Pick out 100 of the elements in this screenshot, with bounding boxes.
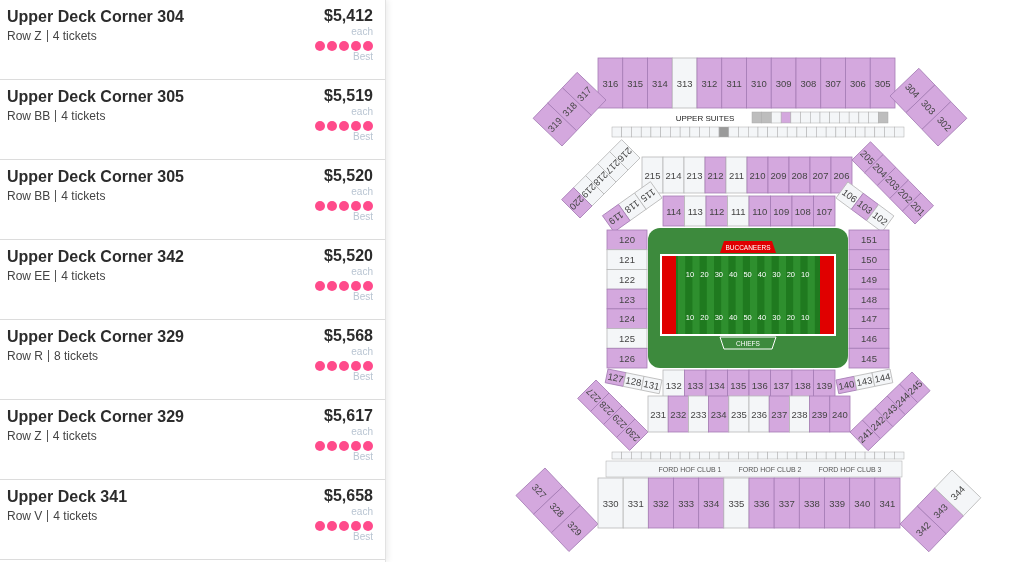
seating-section[interactable]: 310 — [746, 57, 772, 109]
rating-dot — [351, 41, 361, 51]
seating-section[interactable]: 121 — [606, 249, 648, 270]
seating-section[interactable]: 232 — [667, 395, 689, 433]
price: $5,617 — [324, 406, 373, 426]
seating-section[interactable]: 111 — [727, 195, 750, 227]
seating-section[interactable]: 151 — [848, 229, 890, 251]
seating-section[interactable]: 146 — [848, 328, 890, 349]
seating-section[interactable]: 210 — [746, 156, 769, 194]
rating-label: Best — [353, 51, 373, 63]
seating-section[interactable]: 334 — [698, 477, 725, 529]
seating-section[interactable]: 311 — [721, 57, 747, 109]
seating-section[interactable]: 236 — [748, 395, 770, 433]
seating-section[interactable]: 144 — [871, 368, 894, 387]
listing-row[interactable]: Upper Deck Corner 329 Row R 8 tickets $5,568 each Best — [0, 320, 385, 400]
seating-section[interactable]: 339 — [824, 477, 851, 529]
seating-section[interactable]: 147 — [848, 308, 890, 329]
seating-section[interactable]: 312 — [696, 57, 723, 109]
seating-section[interactable]: 337 — [773, 477, 800, 529]
rating-dot — [363, 121, 373, 131]
seating-section[interactable]: 307 — [820, 57, 846, 109]
seating-section[interactable]: 214 — [662, 156, 685, 194]
seating-section[interactable]: 113 — [684, 195, 707, 227]
price: $5,520 — [324, 246, 373, 266]
rating-label: Best — [353, 291, 373, 303]
listing-row[interactable]: Upper Deck Corner 305 Row BB 4 tickets $5,520 each Best — [0, 160, 385, 240]
price-unit: each — [351, 266, 373, 278]
seating-section[interactable]: 305 — [869, 57, 896, 109]
seating-section[interactable]: 233 — [688, 395, 709, 433]
seating-section[interactable]: 149 — [848, 269, 890, 290]
seating-section[interactable]: 108 — [791, 195, 814, 227]
price-unit: each — [351, 106, 373, 118]
seating-section[interactable]: 235 — [728, 395, 750, 433]
seating-section[interactable]: 110 — [748, 195, 771, 227]
listing-title: Upper Deck Corner 329 — [7, 408, 184, 426]
seating-section[interactable]: 207 — [809, 156, 832, 194]
seating-section[interactable]: 107 — [813, 195, 836, 227]
seating-section[interactable]: 306 — [845, 57, 871, 109]
rating-dot — [351, 281, 361, 291]
seating-section[interactable]: 209 — [767, 156, 790, 194]
seating-section[interactable]: 239 — [809, 395, 831, 433]
seating-section[interactable]: 238 — [789, 395, 810, 433]
seating-section[interactable]: 211 — [725, 156, 748, 194]
rating-dot — [363, 361, 373, 371]
rating-dot — [339, 201, 349, 211]
seating-section[interactable]: 125 — [606, 328, 648, 349]
listing-row[interactable]: Upper Deck Corner 342 Row EE 4 tickets $5,520 each Best — [0, 240, 385, 320]
seating-section[interactable]: 148 — [848, 288, 890, 310]
listing-row[interactable]: Upper Deck Corner 304 Row Z 4 tickets $5,412 each Best — [0, 0, 385, 80]
listing-row[interactable]: Upper Deck Corner 329 Row Z 4 tickets $5,617 each Best — [0, 400, 385, 480]
seating-section[interactable]: 212 — [704, 156, 727, 194]
seating-section[interactable]: 208 — [788, 156, 811, 194]
seating-section[interactable]: 313 — [671, 57, 698, 109]
rating-dot — [339, 41, 349, 51]
seating-section[interactable]: 341 — [874, 477, 901, 529]
row-label: Row V — [7, 509, 43, 523]
seating-section[interactable]: 120 — [606, 229, 648, 251]
listing-row[interactable]: Upper Deck 341 Row V 4 tickets $5,658 each Best — [0, 480, 385, 560]
row-label: Row BB — [7, 109, 51, 123]
seating-section[interactable]: 332 — [647, 477, 674, 529]
seating-section[interactable]: 150 — [848, 249, 890, 270]
seating-section[interactable]: 330 — [597, 477, 624, 529]
seating-section[interactable]: 340 — [849, 477, 876, 529]
listing-title: Upper Deck Corner 329 — [7, 328, 184, 346]
seating-section[interactable]: 315 — [622, 57, 648, 109]
seating-section[interactable]: 308 — [795, 57, 822, 109]
seating-section[interactable]: 234 — [708, 395, 730, 433]
seating-section[interactable]: 122 — [606, 269, 648, 290]
seating-section[interactable]: 338 — [798, 477, 825, 529]
price: $5,519 — [324, 86, 373, 106]
seating-section[interactable]: 145 — [848, 347, 890, 369]
seating-section[interactable]: 123 — [606, 288, 648, 310]
seating-section[interactable]: 336 — [748, 477, 775, 529]
price: $5,520 — [324, 166, 373, 186]
seating-section[interactable]: 114 — [662, 195, 685, 227]
rating-dot — [327, 121, 337, 131]
seating-section[interactable]: 309 — [770, 57, 797, 109]
seating-section[interactable]: 112 — [705, 195, 728, 227]
seating-section[interactable]: 331 — [622, 477, 649, 529]
ticket-count: 4 tickets — [52, 429, 97, 443]
listing-row[interactable]: Upper Deck Corner 305 Row BB 4 tickets $5,519 each Best — [0, 80, 385, 160]
seating-section[interactable]: 124 — [606, 308, 648, 329]
seating-section[interactable]: 314 — [647, 57, 673, 109]
rating-dot — [351, 201, 361, 211]
price-unit: each — [351, 186, 373, 198]
row-label: Row BB — [7, 189, 51, 203]
seating-section[interactable]: 237 — [768, 395, 790, 433]
upper-suites-label: UPPER SUITES — [675, 114, 735, 123]
seating-section[interactable]: 213 — [683, 156, 706, 194]
row-label: Row R — [7, 349, 43, 363]
seating-section[interactable]: 316 — [597, 57, 624, 109]
seating-section[interactable]: 109 — [770, 195, 793, 227]
rating-dot — [327, 41, 337, 51]
rating-dot — [363, 201, 373, 211]
seating-section[interactable]: 231 — [647, 395, 669, 433]
seating-section[interactable]: 240 — [829, 395, 851, 433]
seating-section[interactable]: 333 — [673, 477, 700, 529]
listing-title: Upper Deck Corner 305 — [7, 168, 184, 186]
seating-section[interactable]: 131 — [640, 375, 663, 395]
seating-section[interactable]: 335 — [723, 477, 750, 529]
